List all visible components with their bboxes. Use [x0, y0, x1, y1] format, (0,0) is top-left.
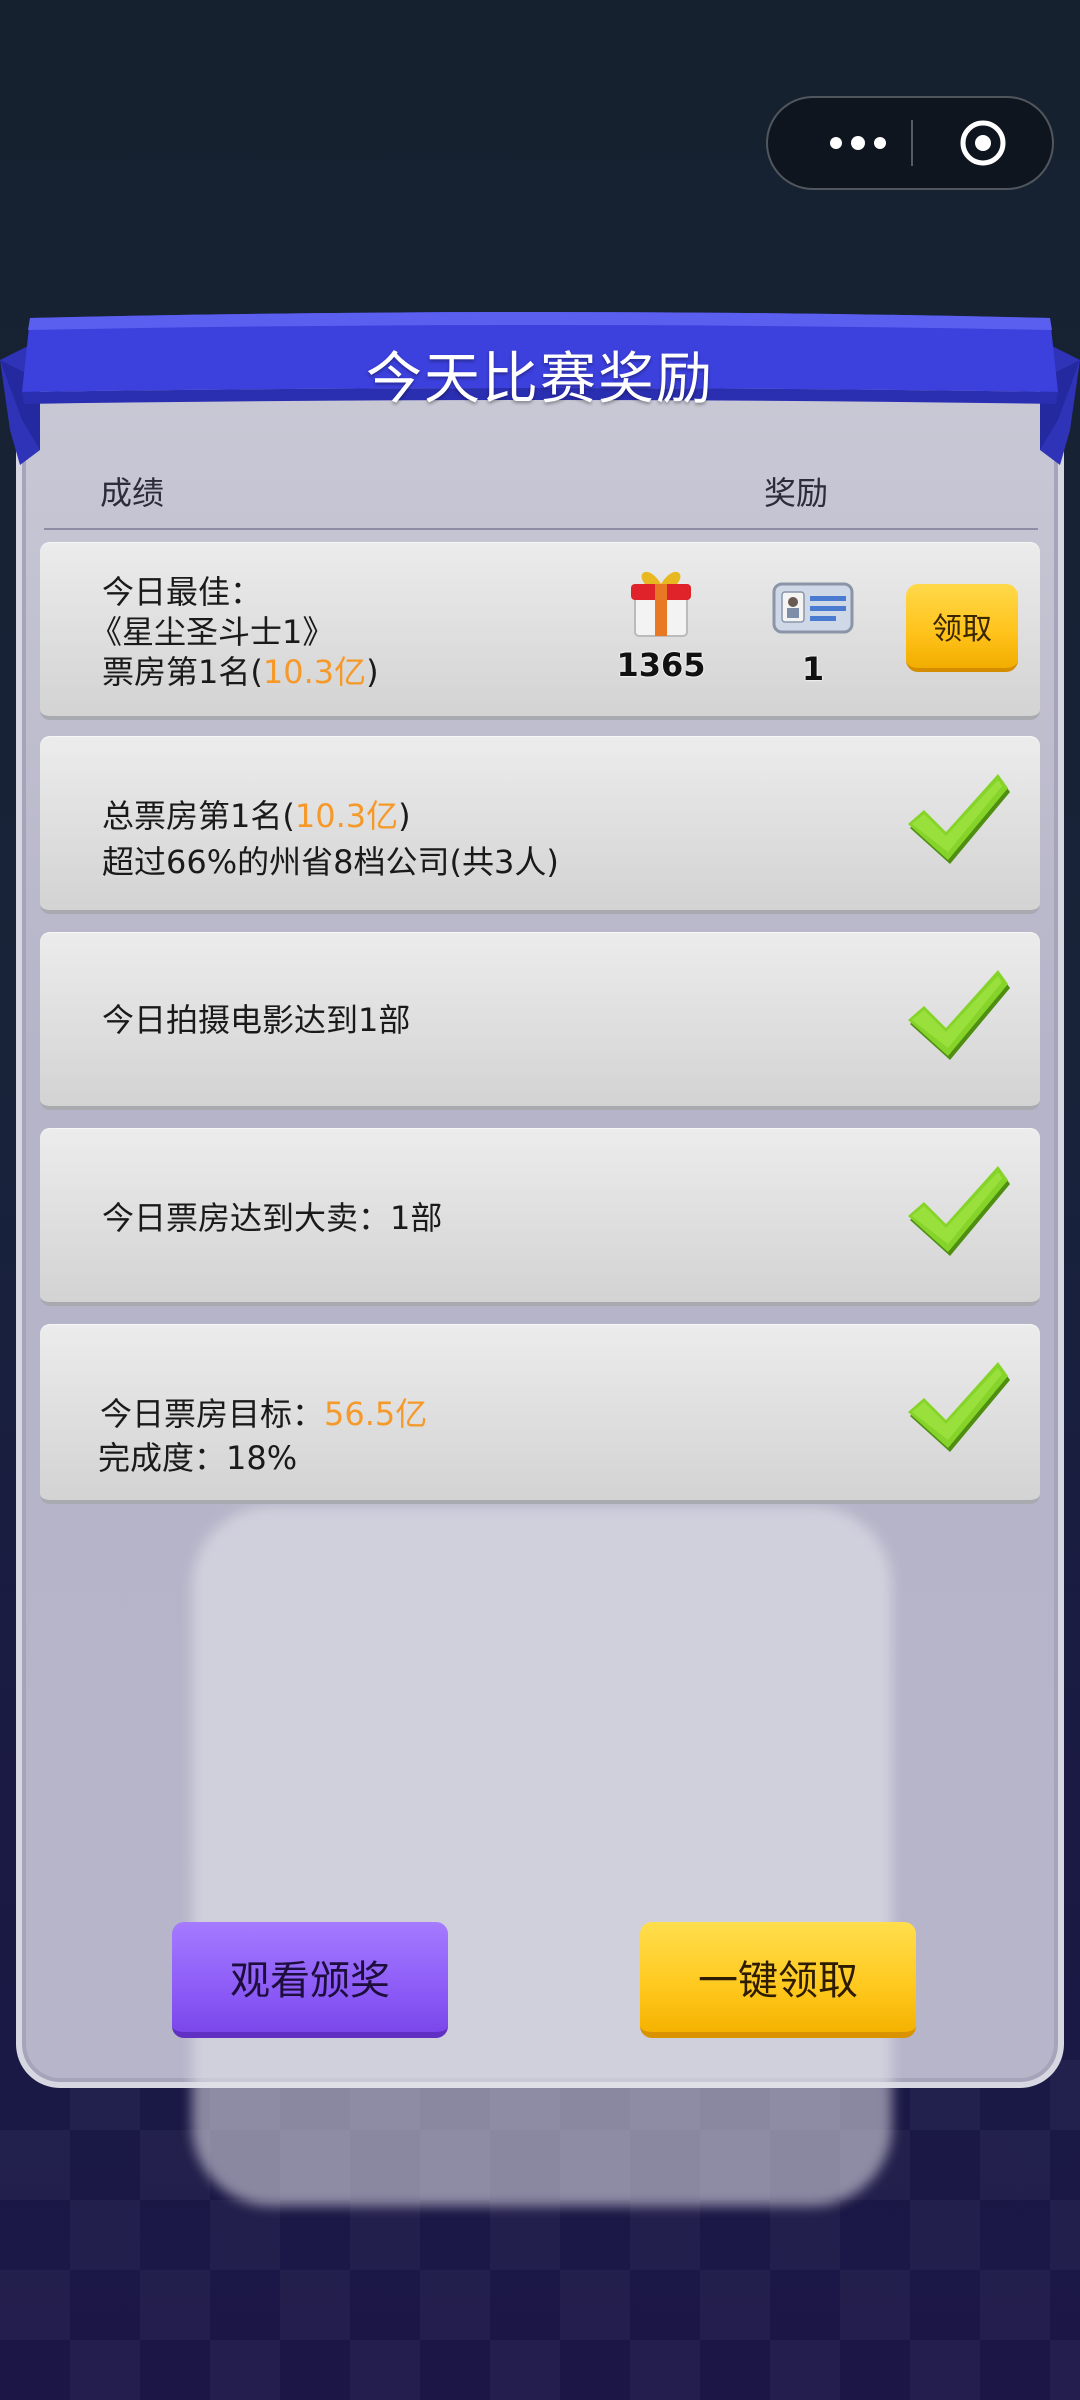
row2-line1: 总票房第1名(10.3亿): [102, 797, 411, 835]
gift-count: 1365: [616, 646, 706, 684]
row1-line2: 《星尘圣斗士1》: [90, 613, 335, 651]
banner-title: 今天比赛奖励: [366, 347, 714, 412]
check-icon: [908, 970, 1010, 1060]
check-icon: [908, 774, 1010, 864]
row1-line1: 今日最佳：: [102, 573, 263, 611]
row2-line2: 超过66%的州省8档公司(共3人): [102, 843, 559, 881]
title-banner: 今天比赛奖励: [0, 300, 1080, 470]
id-card-icon: [772, 582, 854, 634]
miniprogram-capsule: [766, 96, 1054, 190]
target-circle-icon[interactable]: [958, 118, 1008, 168]
check-icon: [908, 1362, 1010, 1452]
row5-line2: 完成度：18%: [98, 1439, 298, 1477]
gift-box-icon: [631, 571, 691, 637]
achievement-row-total-boxoffice: 总票房第1名(10.3亿) 超过66%的州省8档公司(共3人): [40, 736, 1040, 914]
row1-line3: 票房第1名(10.3亿): [102, 653, 379, 691]
header-score: 成绩: [100, 474, 165, 512]
achievement-row-blockbuster: 今日票房达到大卖：1部: [40, 1128, 1040, 1306]
check-icon: [908, 1166, 1010, 1256]
row4-line1: 今日票房达到大卖：1部: [102, 1199, 443, 1237]
achievement-row-films-shot: 今日拍摄电影达到1部: [40, 932, 1040, 1110]
row3-line1: 今日拍摄电影达到1部: [102, 1001, 411, 1039]
capsule-divider: [911, 120, 913, 166]
row5-line1: 今日票房目标：56.5亿: [100, 1395, 428, 1433]
card-count: 1: [801, 650, 825, 688]
achievement-row-target: 今日票房目标：56.5亿 完成度：18%: [40, 1324, 1040, 1504]
more-dots-icon[interactable]: [808, 98, 908, 188]
watch-award-button[interactable]: 观看颁奖: [172, 1922, 448, 2038]
reward-card: 1: [758, 578, 868, 688]
header-reward: 奖励: [764, 474, 829, 512]
reward-gift: 1365: [596, 562, 726, 684]
claim-button[interactable]: 领取: [906, 584, 1018, 672]
header-divider: [44, 528, 1038, 530]
claim-all-button[interactable]: 一键领取: [640, 1922, 916, 2038]
achievement-row-best: 今日最佳： 《星尘圣斗士1》 票房第1名(10.3亿) 1365 1 领取: [40, 542, 1040, 720]
